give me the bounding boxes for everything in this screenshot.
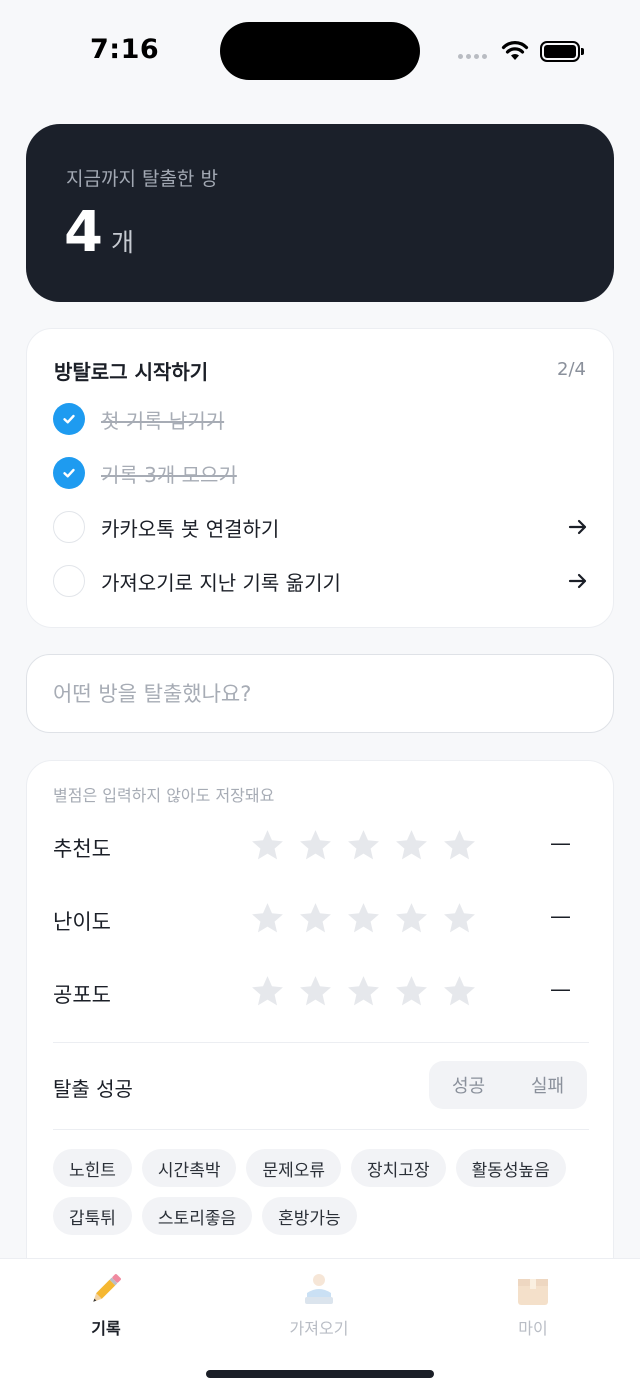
star-icon[interactable] (393, 827, 430, 864)
task-label: 가져오기로 지난 기록 옮기기 (101, 570, 341, 595)
summary-count: 4 (64, 200, 103, 265)
option-success-button[interactable]: 성공 (452, 1072, 485, 1098)
rating-row-difficulty: 난이도 — (53, 900, 589, 940)
star-icon[interactable] (249, 973, 286, 1010)
rating-label: 추천도 (53, 837, 111, 861)
tag-list: 노힌트 시간촉박 문제오류 장치고장 활동성높음 갑툭튀 스토리좋음 혼방가능 (53, 1149, 593, 1235)
task-import-records[interactable]: 가져오기로 지난 기록 옮기기 (53, 563, 589, 599)
task-first-record: 첫 기록 남기기 (53, 401, 589, 437)
task-collect-three: 기록 3개 모으기 (53, 455, 589, 491)
tag-chip[interactable]: 갑툭튀 (53, 1197, 132, 1235)
tab-record[interactable]: 기록 (46, 1269, 166, 1339)
battery-icon (540, 41, 584, 62)
check-done-icon (53, 457, 85, 489)
tag-chip[interactable]: 혼방가능 (262, 1197, 357, 1235)
tag-chip[interactable]: 시간촉박 (141, 1149, 237, 1187)
import-icon (305, 1274, 333, 1304)
rating-value: — (550, 831, 571, 855)
wifi-icon (501, 41, 529, 60)
arrow-right-icon (568, 519, 587, 535)
task-connect-kakao-bot[interactable]: 카카오톡 봇 연결하기 (53, 509, 589, 545)
room-name-input[interactable] (26, 654, 614, 733)
check-empty-icon (53, 511, 85, 543)
divider (53, 1129, 589, 1130)
escape-result-toggle: 성공 실패 (429, 1061, 587, 1109)
task-label: 첫 기록 남기기 (101, 408, 225, 433)
star-icon[interactable] (249, 900, 286, 937)
tab-import[interactable]: 가져오기 (259, 1269, 379, 1339)
star-icon[interactable] (393, 900, 430, 937)
rating-value: — (550, 977, 571, 1001)
star-icon[interactable] (441, 900, 478, 937)
tag-chip[interactable]: 문제오류 (246, 1149, 342, 1187)
star-icon[interactable] (345, 827, 382, 864)
star-rating (249, 900, 478, 937)
rating-row-fear: 공포도 — (53, 973, 589, 1013)
rating-card: 별점은 입력하지 않아도 저장돼요 추천도 — 난이도 — 공포도 — 탈출 성… (26, 760, 614, 1300)
pencil-icon (93, 1274, 121, 1302)
star-icon[interactable] (345, 973, 382, 1010)
signal-icon (458, 54, 487, 59)
check-empty-icon (53, 565, 85, 597)
summary-unit: 개 (110, 228, 134, 257)
star-rating (249, 973, 478, 1010)
escaped-rooms-summary: 지금까지 탈출한 방 4 개 (26, 124, 614, 302)
rating-row-recommend: 추천도 — (53, 827, 589, 867)
tab-my[interactable]: 마이 (473, 1269, 593, 1339)
star-icon[interactable] (393, 973, 430, 1010)
tag-chip[interactable]: 노힌트 (53, 1149, 132, 1187)
star-icon[interactable] (297, 973, 334, 1010)
onboarding-title: 방탈로그 시작하기 (54, 360, 209, 384)
rating-label: 공포도 (53, 983, 111, 1007)
check-done-icon (53, 403, 85, 435)
star-icon[interactable] (441, 973, 478, 1010)
tab-label: 마이 (518, 1319, 548, 1338)
task-label: 카카오톡 봇 연결하기 (101, 516, 280, 541)
rating-hint: 별점은 입력하지 않아도 저장돼요 (53, 786, 275, 805)
tag-chip[interactable]: 장치고장 (351, 1149, 446, 1187)
star-icon[interactable] (249, 827, 286, 864)
dynamic-island (220, 22, 420, 80)
arrow-right-icon (568, 573, 587, 589)
divider (53, 1042, 589, 1043)
star-icon[interactable] (345, 900, 382, 937)
star-icon[interactable] (297, 900, 334, 937)
star-rating (249, 827, 478, 864)
tab-label: 기록 (91, 1319, 121, 1338)
star-icon[interactable] (297, 827, 334, 864)
home-indicator (206, 1370, 434, 1378)
summary-count-row: 4 개 (64, 200, 134, 265)
rating-label: 난이도 (53, 910, 111, 934)
rating-value: — (550, 904, 571, 928)
box-icon (518, 1279, 548, 1305)
tab-label: 가져오기 (289, 1319, 349, 1338)
task-label: 기록 3개 모으기 (101, 462, 237, 487)
summary-label: 지금까지 탈출한 방 (66, 168, 218, 190)
tag-chip[interactable]: 활동성높음 (455, 1149, 566, 1187)
onboarding-progress: 2/4 (557, 359, 586, 380)
option-fail-button[interactable]: 실패 (531, 1072, 564, 1098)
onboarding-card: 방탈로그 시작하기 2/4 첫 기록 남기기 기록 3개 모으기 카카오톡 봇 … (26, 328, 614, 628)
escape-result-label: 탈출 성공 (53, 1077, 133, 1101)
status-time: 7:16 (90, 34, 160, 65)
status-bar: 7:16 (0, 0, 640, 100)
tag-chip[interactable]: 스토리좋음 (141, 1197, 253, 1235)
star-icon[interactable] (441, 827, 478, 864)
